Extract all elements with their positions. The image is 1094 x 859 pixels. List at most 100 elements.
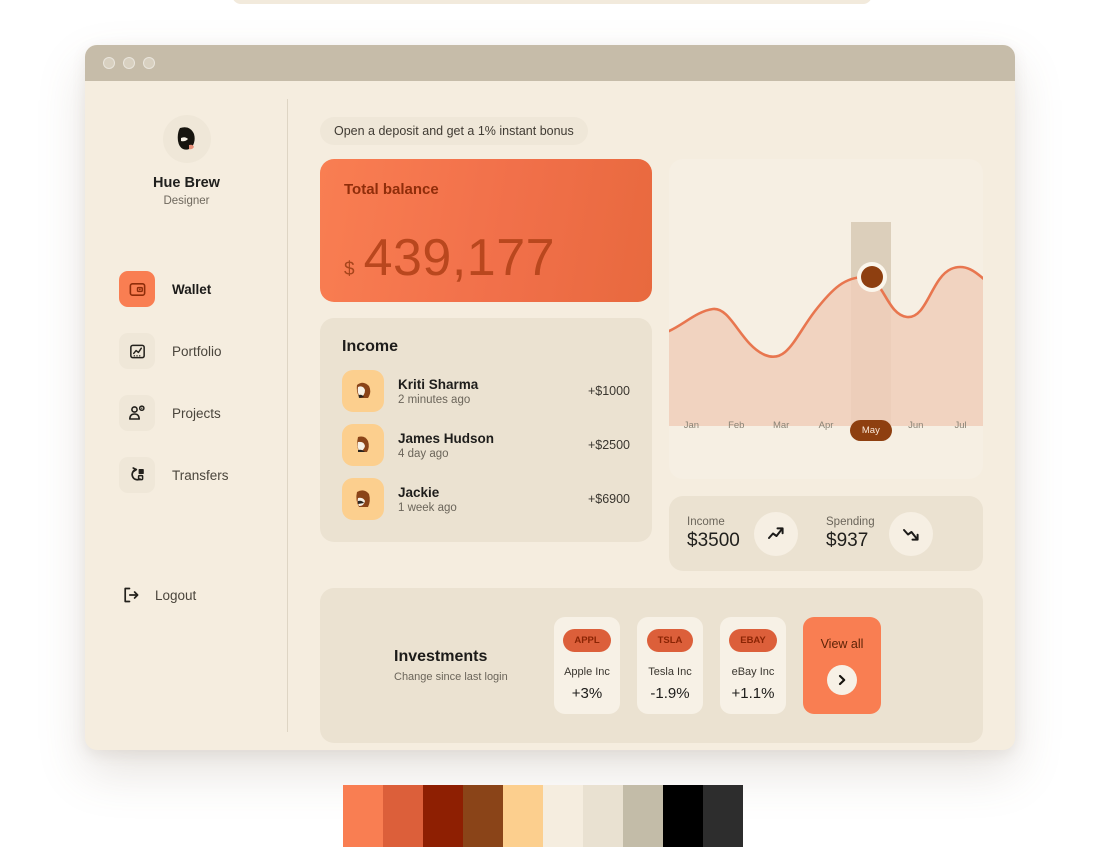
stat-label: Spending [826, 515, 875, 528]
chevron-right-icon [838, 674, 846, 685]
wallet-icon-box [119, 271, 155, 307]
income-list: Kriti Sharma 2 minutes ago +$1000 James … [342, 370, 630, 520]
profile-block: Hue Brew Designer [85, 115, 288, 207]
transfer-icon [131, 467, 144, 481]
window-body: Hue Brew Designer Wallet Portfolio Proje… [85, 81, 1015, 750]
sidebar-item-transfers[interactable]: Transfers [119, 457, 288, 493]
chart-tick-mar[interactable]: Mar [759, 420, 804, 441]
main-content: Open a deposit and get a 1% instant bonu… [288, 81, 1015, 750]
stat-text: Income $3500 [687, 516, 740, 552]
palette-swatch-5 [543, 785, 583, 847]
user-avatar-icon [177, 127, 195, 150]
income-amount: +$1000 [587, 384, 630, 398]
avatar [342, 478, 384, 520]
stat-spending: Spending $937 [826, 511, 965, 556]
view-all-button[interactable]: View all [803, 617, 881, 714]
income-time: 2 minutes ago [398, 393, 471, 406]
user-name: Hue Brew [153, 175, 220, 191]
stock-name: eBay Inc [731, 666, 775, 678]
sidebar: Hue Brew Designer Wallet Portfolio Proje… [85, 81, 288, 750]
balance-trend-chart[interactable]: Jan Feb Mar Apr May Jun Jul [669, 159, 983, 479]
income-name: James Hudson [398, 430, 495, 446]
stock-card-tsla[interactable]: TSLA Tesla Inc -1.9% [637, 617, 703, 714]
stock-list: APPL Apple Inc +3% TSLA Tesla Inc -1.9% … [554, 617, 961, 714]
income-time: 1 week ago [398, 501, 457, 514]
list-item[interactable]: James Hudson 4 day ago +$2500 [342, 424, 630, 466]
stock-ticker: EBAY [729, 629, 777, 652]
investments-title: Investments [394, 648, 488, 665]
chart-tick-apr[interactable]: Apr [804, 420, 849, 441]
logout-icon [124, 587, 139, 603]
avatar[interactable] [162, 115, 211, 163]
palette-swatch-6 [583, 785, 623, 847]
chart-tick-may-active[interactable]: May [849, 420, 892, 441]
background-card-peek [232, 0, 872, 4]
chart-frame-icon [129, 344, 145, 358]
income-card-title: Income [342, 338, 399, 355]
screenshot-stage: Hue Brew Designer Wallet Portfolio Proje… [0, 0, 1094, 859]
trend-down-icon [902, 528, 919, 541]
stat-value: $3500 [687, 529, 740, 551]
maximize-icon[interactable] [143, 57, 155, 69]
stock-change: -1.9% [650, 685, 690, 702]
sidebar-item-label: Transfers [172, 467, 229, 483]
chevron-right-icon-box [827, 664, 857, 695]
chart-frame-icon-box [119, 333, 155, 369]
app-window: Hue Brew Designer Wallet Portfolio Proje… [85, 45, 1015, 750]
stock-card-appl[interactable]: APPL Apple Inc +3% [554, 617, 620, 714]
stock-ticker: TSLA [646, 629, 694, 652]
sidebar-item-portfolio[interactable]: Portfolio [119, 333, 288, 369]
balance-title: Total balance [344, 181, 439, 198]
chart-tick-jul[interactable]: Jul [938, 420, 983, 441]
view-all-label: View all [820, 636, 864, 651]
trend-up-icon-box [753, 511, 798, 556]
sidebar-item-projects[interactable]: Projects [119, 395, 288, 431]
minimize-icon[interactable] [123, 57, 135, 69]
palette-swatch-9 [703, 785, 743, 847]
investments-subtitle: Change since last login [394, 671, 508, 683]
person-avatar-icon [356, 490, 370, 507]
balance-amount-group: $ 439,177 [344, 232, 555, 284]
list-item[interactable]: Jackie 1 week ago +$6900 [342, 478, 630, 520]
income-meta: Jackie 1 week ago [398, 485, 574, 514]
list-item[interactable]: Kriti Sharma 2 minutes ago +$1000 [342, 370, 630, 412]
sidebar-item-wallet[interactable]: Wallet [119, 271, 288, 307]
palette-swatch-1 [383, 785, 423, 847]
window-titlebar [85, 45, 1015, 81]
palette-swatch-2 [423, 785, 463, 847]
income-time: 4 day ago [398, 447, 449, 460]
color-palette [343, 785, 743, 847]
investments-header: Investments Change since last login [342, 648, 554, 683]
stock-name: Tesla Inc [648, 666, 692, 678]
total-balance-card: Total balance $ 439,177 [320, 159, 652, 302]
person-avatar-icon [357, 436, 369, 452]
sidebar-item-label: Portfolio [172, 343, 222, 359]
left-column: Total balance $ 439,177 Income Kriti Sha… [320, 159, 652, 571]
chart-tick-jan[interactable]: Jan [669, 420, 714, 441]
chart-marker-dot [861, 266, 883, 288]
avatar [342, 370, 384, 412]
stock-card-ebay[interactable]: EBAY eBay Inc +1.1% [720, 617, 786, 714]
income-name: Kriti Sharma [398, 376, 479, 392]
close-icon[interactable] [103, 57, 115, 69]
palette-swatch-0 [343, 785, 383, 847]
chart-tick-jun[interactable]: Jun [893, 420, 938, 441]
income-name: Jackie [398, 484, 440, 500]
trend-down-icon-box [888, 511, 933, 556]
promo-banner[interactable]: Open a deposit and get a 1% instant bonu… [320, 117, 588, 145]
stat-text: Spending $937 [826, 516, 875, 552]
logout-button[interactable]: Logout [85, 585, 288, 605]
income-amount: +$2500 [587, 438, 630, 452]
investments-card: Investments Change since last login APPL… [320, 588, 983, 743]
people-gear-icon [129, 405, 145, 420]
chart-tick-feb[interactable]: Feb [714, 420, 759, 441]
stat-value: $937 [826, 529, 869, 551]
stock-change: +3% [571, 685, 603, 702]
wallet-icon [129, 282, 145, 296]
stock-change: +1.1% [731, 685, 775, 702]
person-avatar-icon [356, 382, 371, 398]
sidebar-item-label: Projects [172, 405, 221, 421]
stats-card: Income $3500 Spending $937 [669, 496, 983, 571]
palette-swatch-8 [663, 785, 703, 847]
chart-x-axis: Jan Feb Mar Apr May Jun Jul [669, 420, 983, 441]
